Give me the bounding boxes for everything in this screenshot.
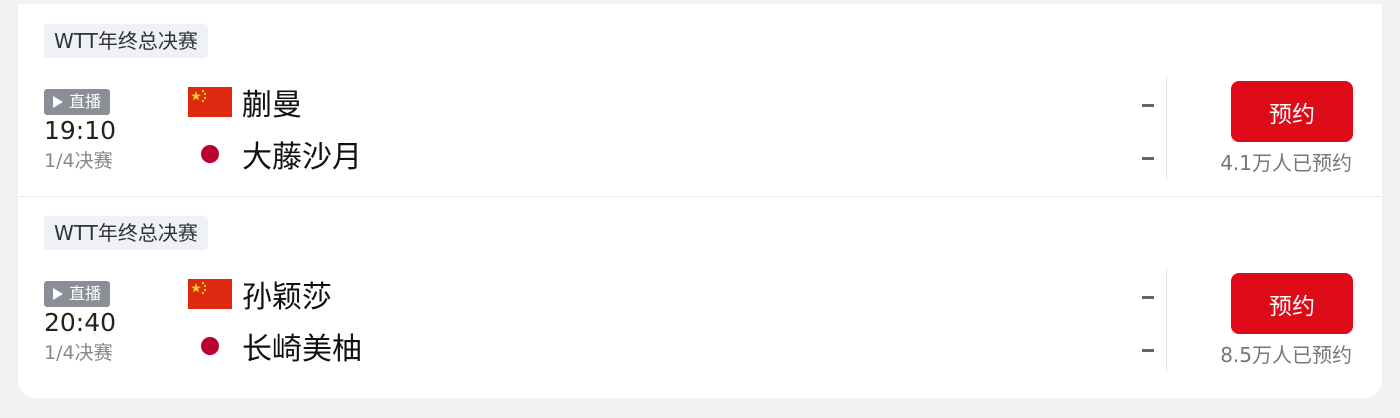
vertical-divider: [1166, 76, 1167, 180]
player-row[interactable]: 长崎美柚: [188, 326, 362, 367]
live-badge: 直播: [44, 281, 110, 307]
event-tag[interactable]: WTT年终总决赛: [44, 24, 208, 58]
match-item[interactable]: WTT年终总决赛 直播 20:40 1/4决赛 孙颖莎 长崎美柚 预约 8.5万…: [18, 196, 1382, 388]
player-row[interactable]: 大藤沙月: [188, 134, 362, 175]
live-label: 直播: [69, 284, 102, 303]
player-name: 孙颖莎: [242, 280, 332, 315]
score-placeholder: [1142, 104, 1154, 107]
play-icon: [53, 288, 63, 300]
match-time: 20:40: [44, 308, 117, 337]
vertical-divider: [1166, 268, 1167, 372]
japan-flag-icon: [188, 139, 232, 169]
player-row[interactable]: 孙颖莎: [188, 274, 332, 315]
score-placeholder: [1142, 157, 1154, 160]
reserve-count: 8.5万人已预约: [1220, 343, 1352, 367]
match-time: 19:10: [44, 116, 117, 145]
play-icon: [53, 96, 63, 108]
reserve-count: 4.1万人已预约: [1220, 151, 1352, 175]
china-flag-icon: [188, 87, 232, 117]
score-placeholder: [1142, 296, 1154, 299]
reserve-button[interactable]: 预约: [1231, 273, 1353, 334]
match-stage: 1/4决赛: [44, 342, 113, 364]
live-badge: 直播: [44, 89, 110, 115]
score-placeholder: [1142, 349, 1154, 352]
event-tag[interactable]: WTT年终总决赛: [44, 216, 208, 250]
player-name: 大藤沙月: [242, 140, 362, 175]
match-stage: 1/4决赛: [44, 150, 113, 172]
japan-flag-icon: [188, 331, 232, 361]
player-name: 蒯曼: [242, 88, 302, 123]
reserve-button[interactable]: 预约: [1231, 81, 1353, 142]
player-row[interactable]: 蒯曼: [188, 82, 302, 123]
player-name: 长崎美柚: [242, 332, 362, 367]
match-list-card: WTT年终总决赛 直播 19:10 1/4决赛 蒯曼 大藤沙月 预约 4.1万人…: [18, 0, 1382, 398]
china-flag-icon: [188, 279, 232, 309]
live-label: 直播: [69, 92, 102, 111]
match-item[interactable]: WTT年终总决赛 直播 19:10 1/4决赛 蒯曼 大藤沙月 预约 4.1万人…: [18, 4, 1382, 196]
